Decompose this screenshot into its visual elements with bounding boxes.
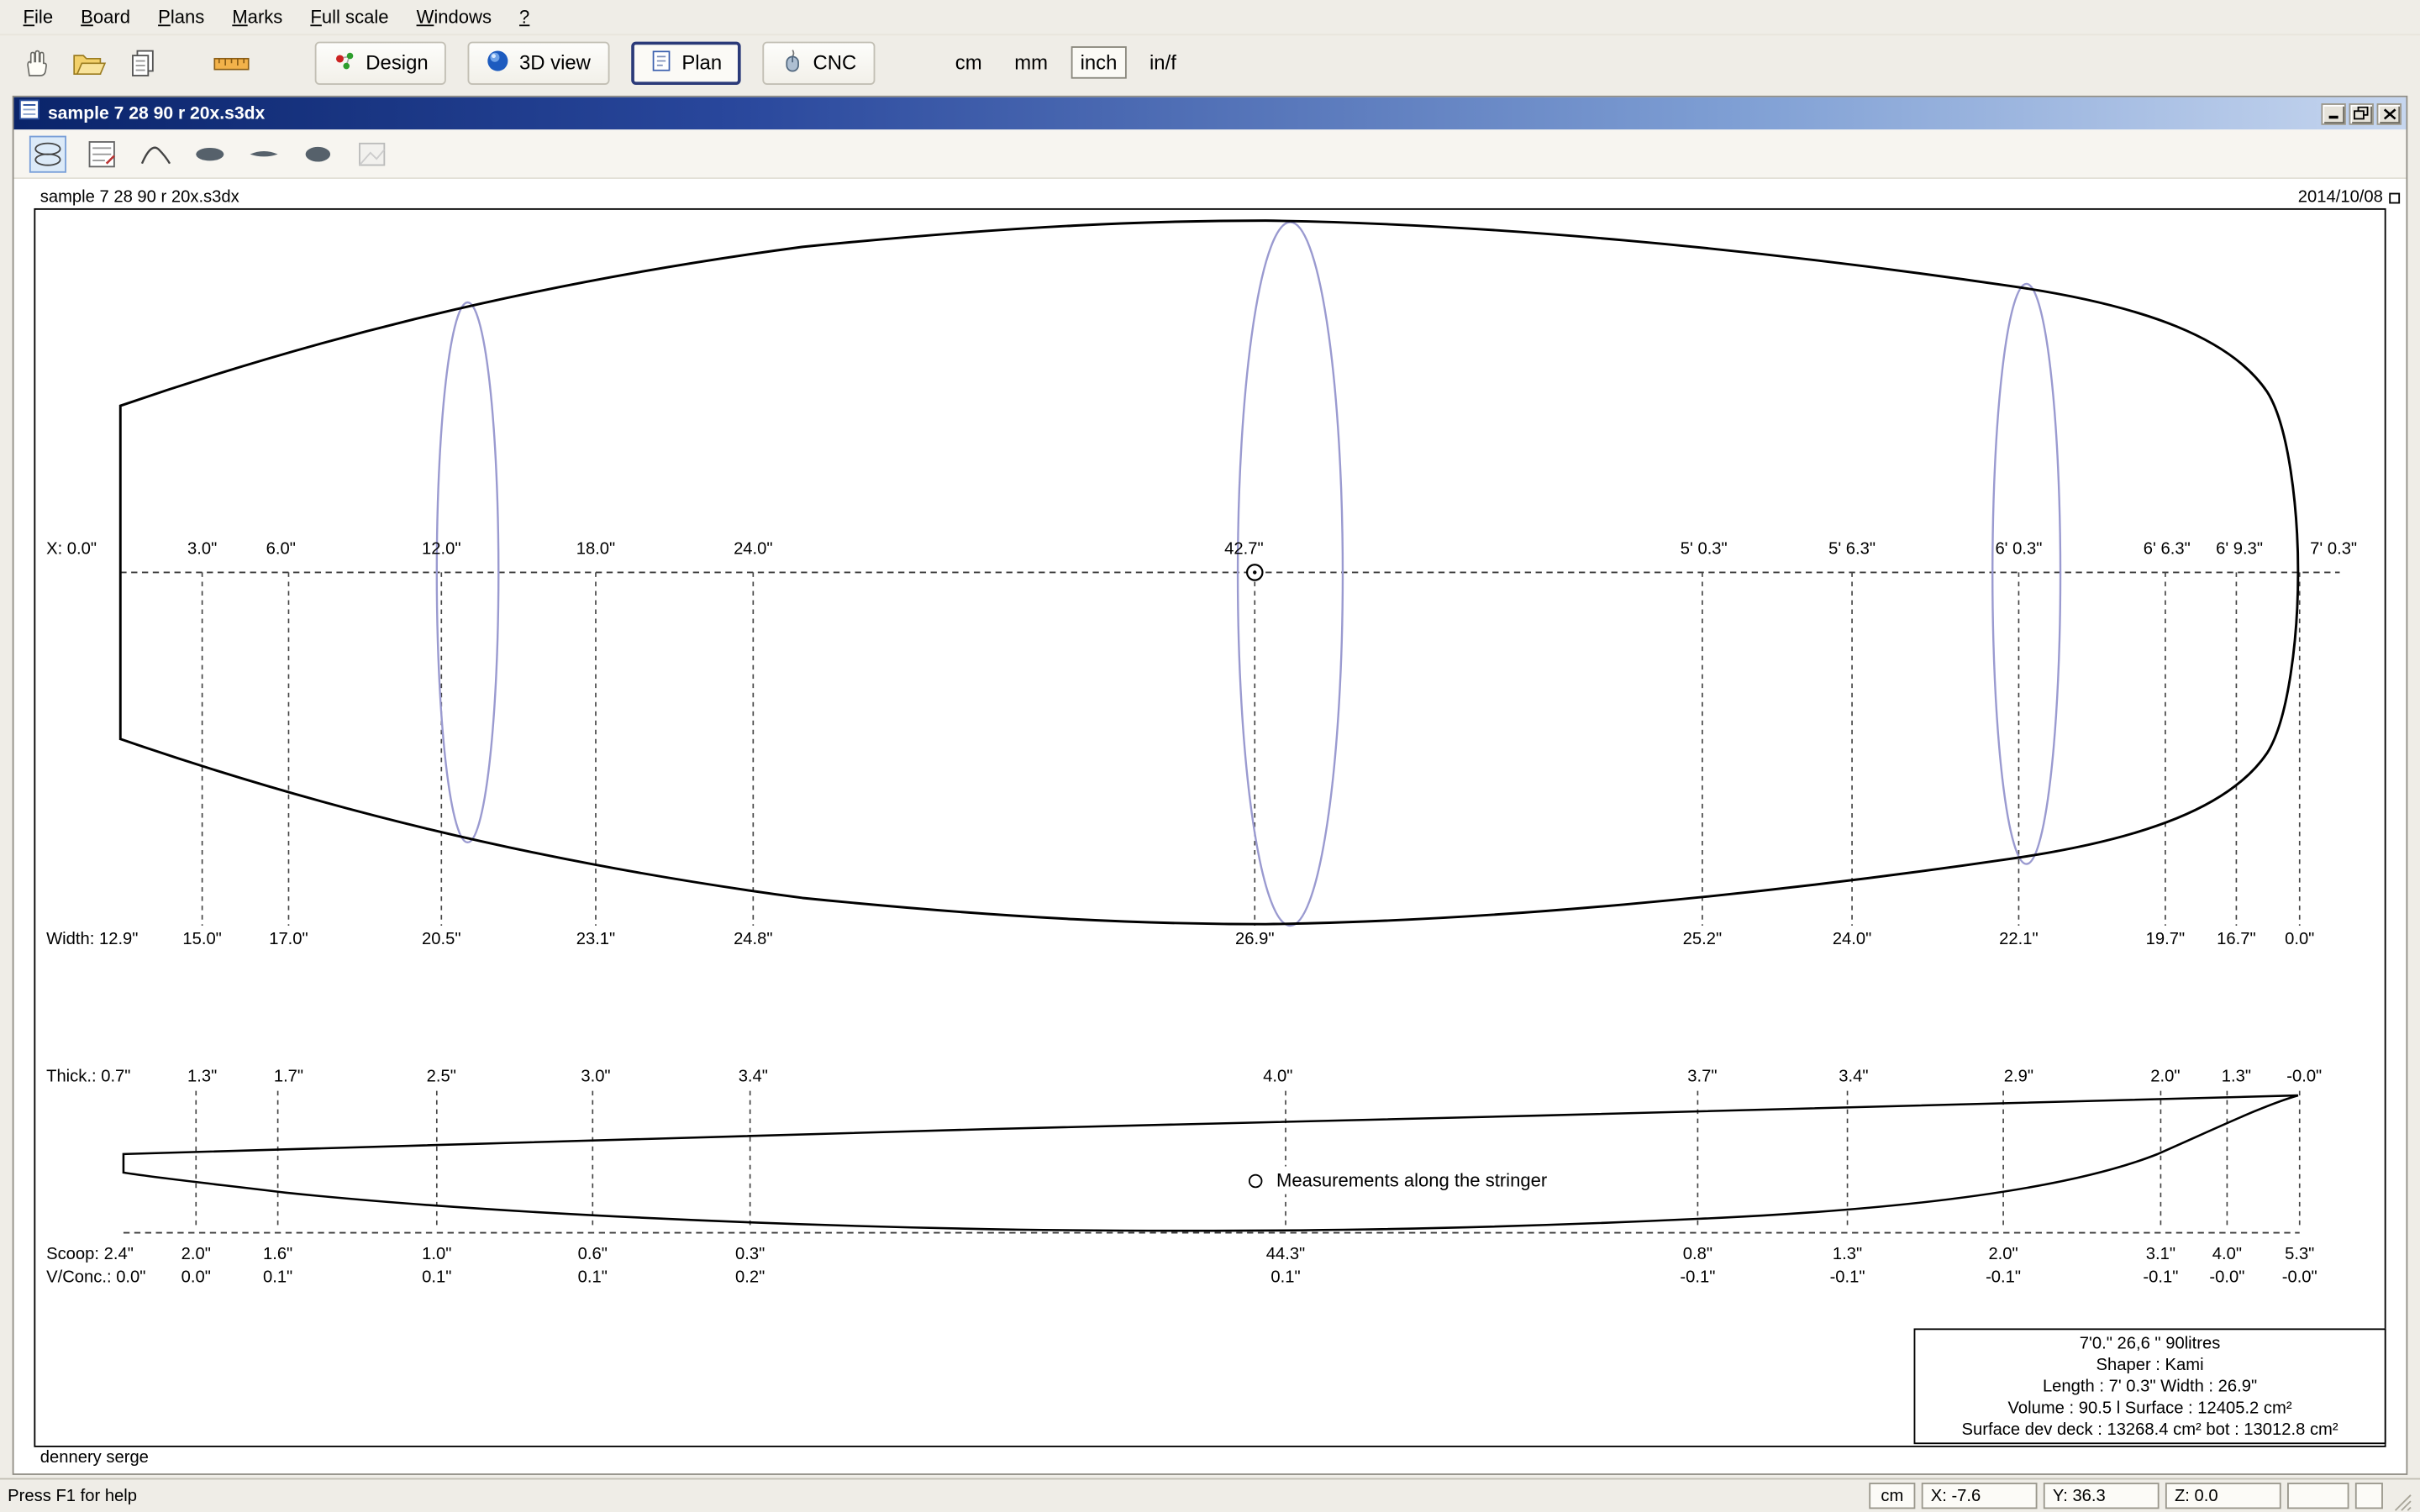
view-outline-button[interactable] xyxy=(29,134,66,172)
hand-icon xyxy=(27,49,47,76)
status-bar: Press F1 for help cm X: -7.6 Y: 36.3 Z: … xyxy=(0,1478,2420,1512)
view-top-shaded-button[interactable] xyxy=(192,135,229,172)
menu-plans[interactable]: Plans xyxy=(145,2,218,33)
unit-cm[interactable]: cm xyxy=(946,46,992,79)
status-unit: cm xyxy=(1869,1483,1916,1509)
view-toolbar xyxy=(13,129,2407,180)
document-window: sample 7 28 90 r 20x.s3dx xyxy=(12,95,2408,1475)
status-help-text: Press F1 for help xyxy=(8,1486,138,1505)
open-folder-icon xyxy=(73,54,107,75)
copy-pages-button[interactable] xyxy=(120,41,166,84)
status-extra-field-2 xyxy=(2354,1483,2383,1509)
render-placeholder-icon xyxy=(359,141,386,165)
main-toolbar: Design 3D view Plan CNC cm mm inch in/f xyxy=(0,34,2420,89)
close-button[interactable] xyxy=(2376,102,2402,124)
plan-mode-label: Plan xyxy=(681,50,723,75)
menu-board[interactable]: Board xyxy=(67,2,145,33)
hand-tool-button[interactable] xyxy=(13,41,59,84)
status-x-coordinate: X: -7.6 xyxy=(1921,1483,2038,1509)
sphere-icon xyxy=(487,49,510,76)
close-icon xyxy=(2382,108,2396,119)
design-mode-button[interactable]: Design xyxy=(314,40,447,85)
plan-mode-button[interactable]: Plan xyxy=(630,40,741,85)
unit-mm[interactable]: mm xyxy=(1005,46,1057,79)
view-measurements-button[interactable] xyxy=(83,135,120,172)
document-title: sample 7 28 90 r 20x.s3dx xyxy=(47,103,266,123)
document-icon xyxy=(18,99,40,129)
status-y-coordinate: Y: 36.3 xyxy=(2043,1483,2160,1509)
view-render-button[interactable] xyxy=(354,135,391,172)
perspective-shaded-icon xyxy=(305,145,331,161)
outline-view-icon xyxy=(34,141,61,165)
cnc-mouse-icon xyxy=(781,49,804,76)
window-controls xyxy=(2321,102,2402,124)
view-side-shaded-button[interactable] xyxy=(245,135,282,172)
application-window: File Board Plans Marks Full scale Windows? De… xyxy=(0,0,2420,1512)
menu-full-scale[interactable]: Full scale xyxy=(297,2,402,33)
minimize-button[interactable] xyxy=(2321,102,2346,124)
menu-help[interactable]: ? xyxy=(506,2,544,33)
document-titlebar[interactable]: sample 7 28 90 r 20x.s3dx xyxy=(13,97,2407,130)
plan-doc-icon xyxy=(650,49,673,76)
3d-view-mode-label: 3D view xyxy=(519,50,591,75)
drawing-canvas[interactable] xyxy=(13,179,2407,1474)
mode-button-group: Design 3D view Plan CNC xyxy=(314,40,876,85)
design-dots-icon xyxy=(334,49,357,76)
cnc-mode-label: CNC xyxy=(813,50,857,75)
menu-marks[interactable]: Marks xyxy=(218,2,297,33)
top-shaded-icon xyxy=(196,147,224,160)
cnc-mode-button[interactable]: CNC xyxy=(761,40,876,85)
menu-bar: File Board Plans Marks Full scale Windows? xyxy=(0,0,2420,34)
3d-view-mode-button[interactable]: 3D view xyxy=(468,40,609,85)
measure-ruler-button[interactable] xyxy=(208,41,255,84)
unit-inch[interactable]: inch xyxy=(1071,46,1127,79)
menu-file[interactable]: File xyxy=(9,2,67,33)
measurements-view-icon xyxy=(88,140,115,167)
side-shaded-icon xyxy=(250,150,278,156)
resize-grip[interactable] xyxy=(2391,1490,2412,1512)
view-profile-curve-button[interactable] xyxy=(137,135,174,172)
design-mode-label: Design xyxy=(366,50,429,75)
restore-icon xyxy=(2354,106,2369,120)
unit-inf[interactable]: in/f xyxy=(1140,46,1186,79)
status-z-coordinate: Z: 0.0 xyxy=(2165,1483,2281,1509)
curve-view-icon xyxy=(140,145,171,164)
resize-grip-icon xyxy=(2394,1494,2412,1511)
restore-button[interactable] xyxy=(2349,102,2374,124)
minimize-icon xyxy=(2328,115,2338,119)
ruler-icon xyxy=(213,57,250,70)
pages-icon xyxy=(132,49,154,76)
open-folder-button[interactable] xyxy=(66,41,113,84)
menu-windows[interactable]: Windows xyxy=(402,2,505,33)
status-extra-field-1 xyxy=(2287,1483,2349,1509)
unit-selector: cm mm inch in/f xyxy=(946,46,1186,79)
view-perspective-shaded-button[interactable] xyxy=(299,135,336,172)
